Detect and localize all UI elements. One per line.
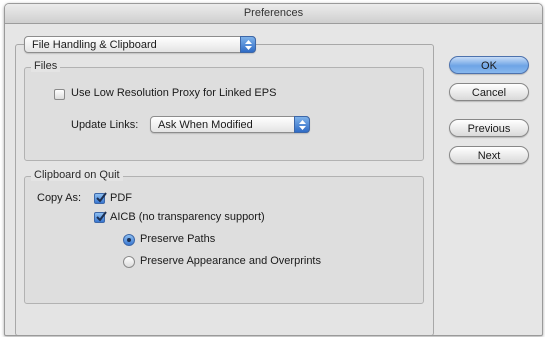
files-group-label: Files [31, 60, 61, 72]
clipboard-group-label: Clipboard on Quit [31, 169, 123, 181]
pdf-checkbox[interactable] [94, 192, 107, 204]
copy-as-label: Copy As: [37, 192, 82, 204]
section-selector-value: File Handling & Clipboard [32, 39, 157, 51]
preferences-dialog: Preferences File Handling & Clipboard Fi… [4, 3, 543, 336]
preserve-paths-radio[interactable] [123, 234, 135, 246]
preserve-appearance-radio[interactable] [123, 256, 135, 268]
preserve-appearance-label: Preserve Appearance and Overprints [140, 255, 321, 267]
preferences-panel: File Handling & Clipboard Files Use Low … [15, 36, 434, 335]
popup-arrows-icon [294, 116, 310, 133]
low-res-proxy-label: Use Low Resolution Proxy for Linked EPS [71, 87, 277, 99]
clipboard-group: Clipboard on Quit Copy As: PDF AICB (no … [24, 169, 424, 304]
preserve-paths-label: Preserve Paths [140, 233, 216, 245]
pdf-label: PDF [110, 192, 132, 204]
cancel-button[interactable]: Cancel [449, 83, 529, 101]
section-selector[interactable]: File Handling & Clipboard [24, 36, 256, 53]
low-res-proxy-checkbox[interactable] [54, 89, 65, 100]
files-group: Files Use Low Resolution Proxy for Linke… [24, 60, 424, 161]
update-links-select[interactable]: Ask When Modified [150, 116, 310, 133]
window-title: Preferences [5, 4, 542, 24]
update-links-label: Update Links: [71, 119, 139, 131]
previous-button[interactable]: Previous [449, 119, 529, 137]
next-button[interactable]: Next [449, 146, 529, 164]
aicb-label: AICB (no transparency support) [110, 211, 265, 223]
ok-button[interactable]: OK [449, 56, 529, 74]
aicb-checkbox[interactable] [94, 211, 107, 223]
update-links-value: Ask When Modified [158, 119, 253, 131]
popup-arrows-icon [240, 36, 256, 53]
